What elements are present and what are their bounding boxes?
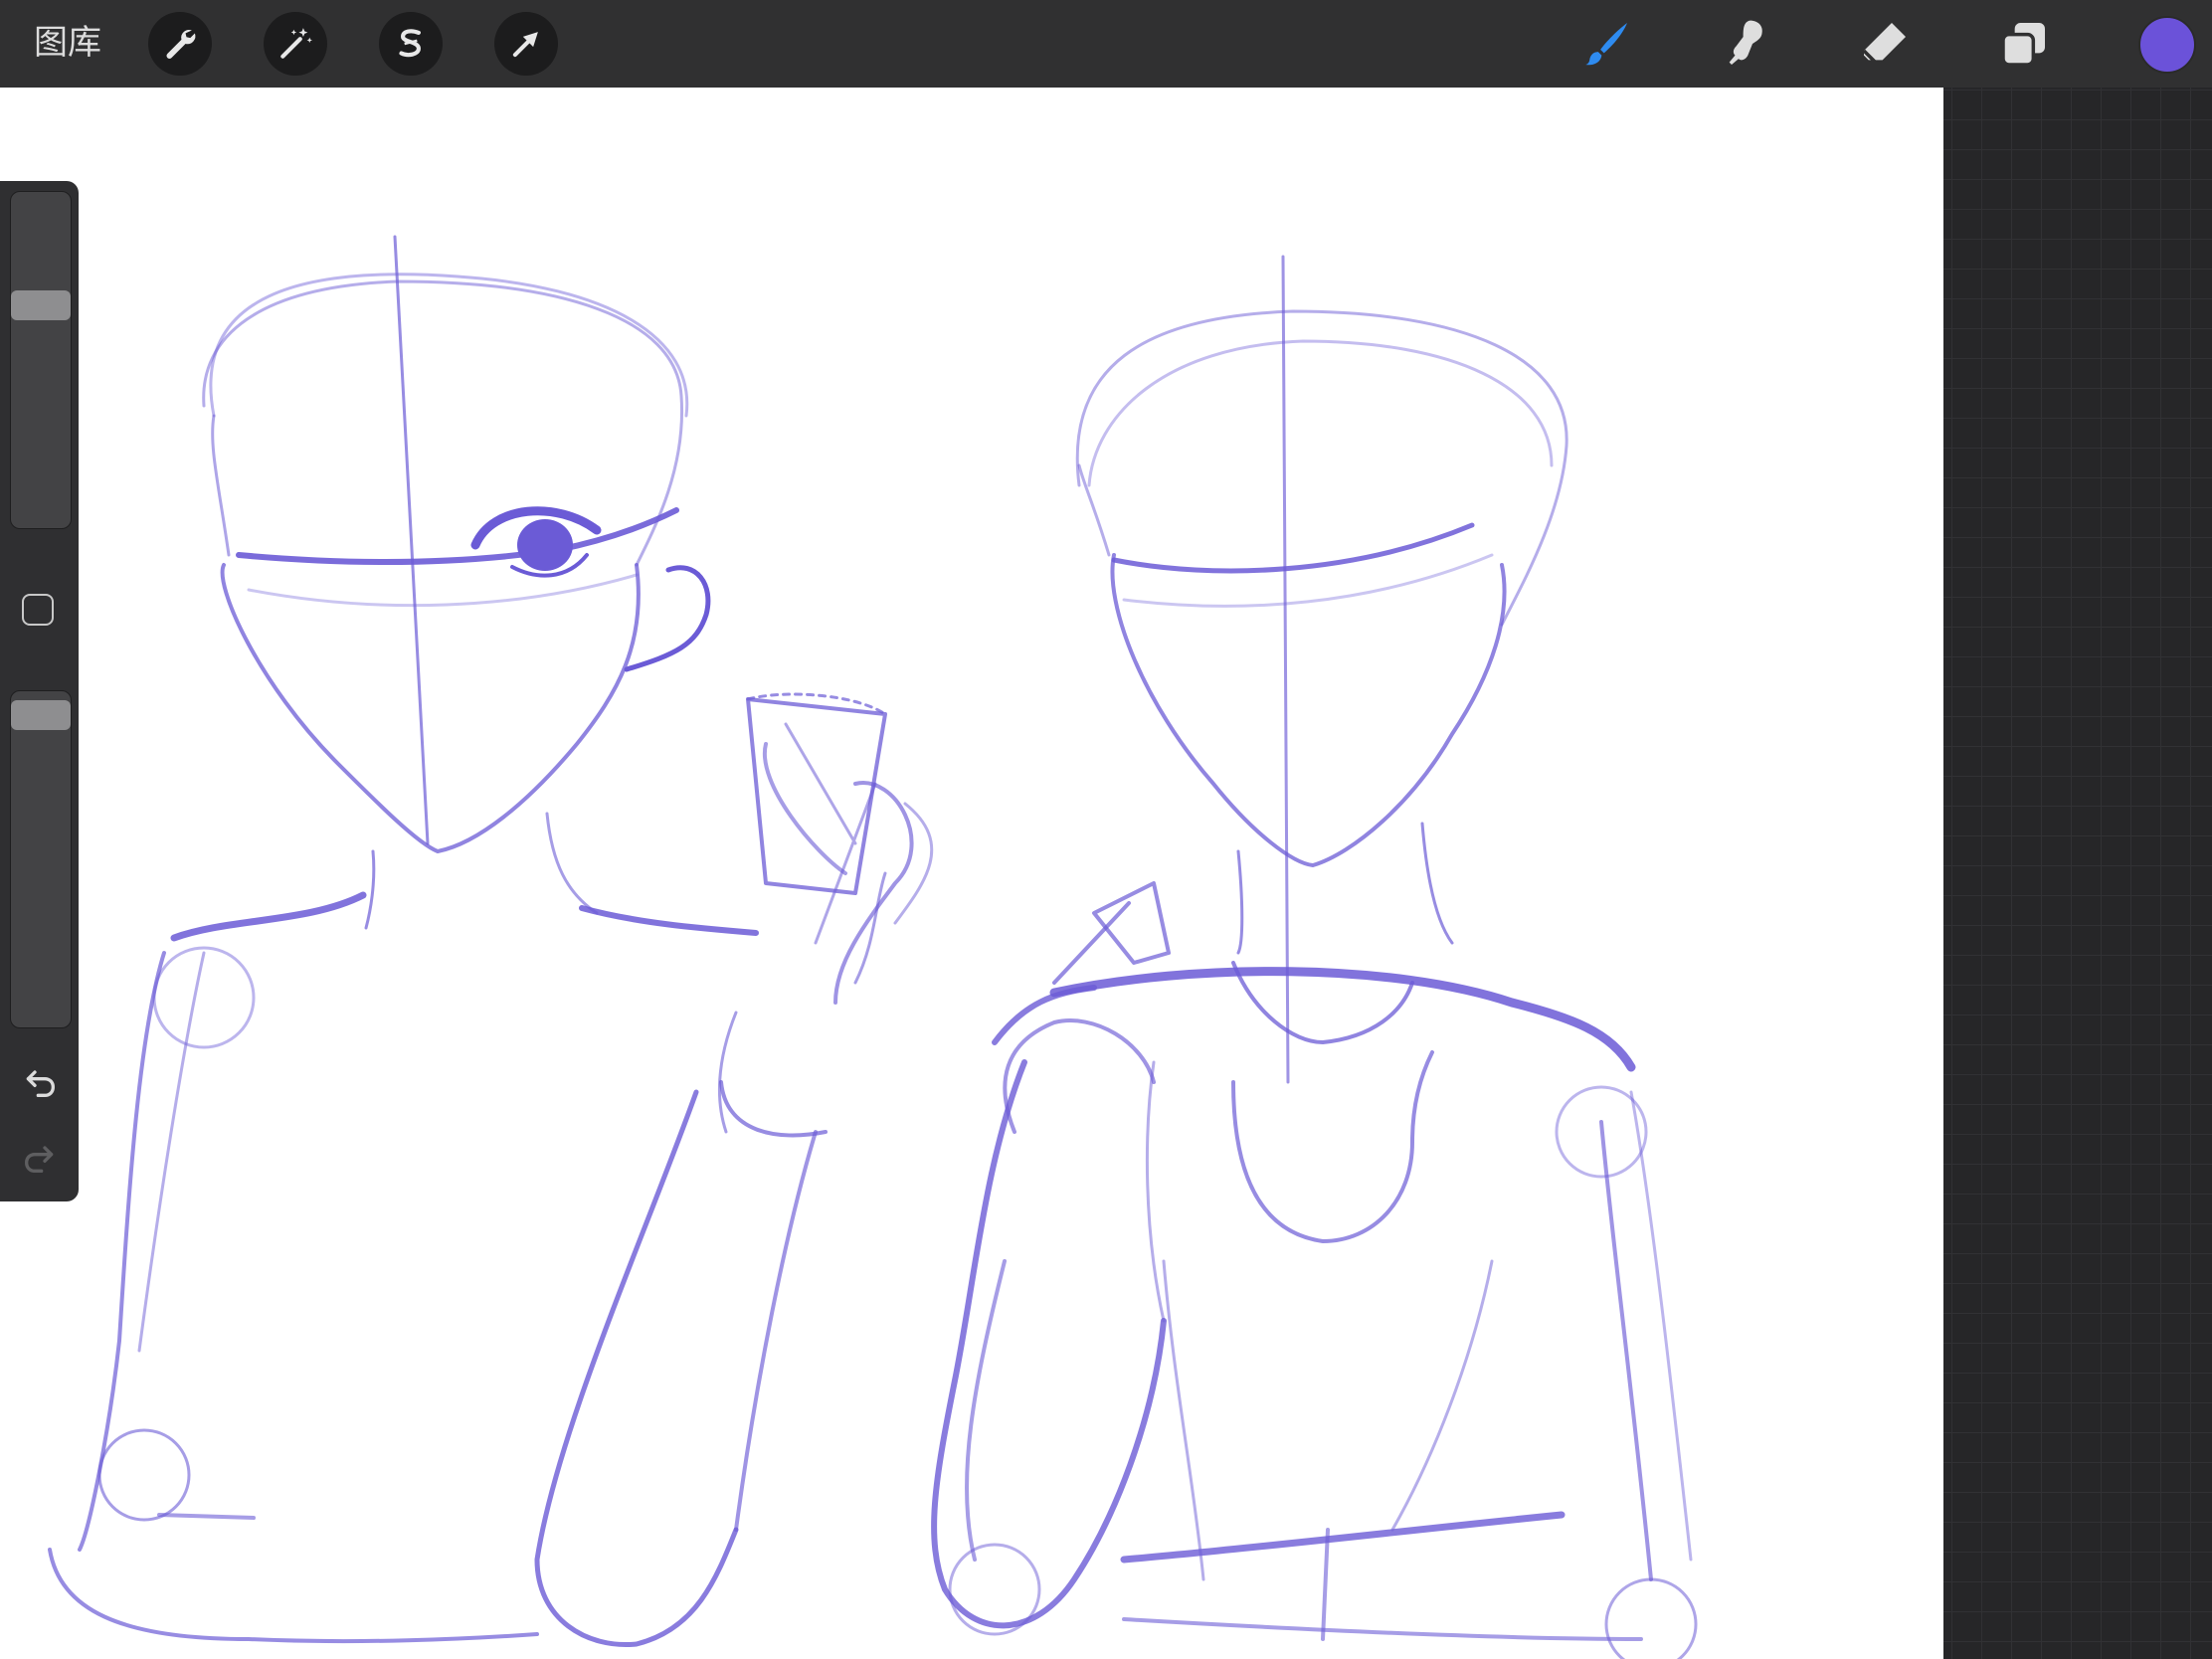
sketch-artwork <box>48 235 1698 1659</box>
adjustments-magic-wand-icon[interactable] <box>264 12 327 76</box>
brush-opacity-slider[interactable] <box>10 690 72 1028</box>
actions-wrench-icon[interactable] <box>148 12 212 76</box>
brush-icon[interactable] <box>1576 14 1636 74</box>
smudge-icon[interactable] <box>1716 14 1775 74</box>
eraser-icon[interactable] <box>1855 14 1915 74</box>
layers-icon[interactable] <box>1994 14 2054 74</box>
transform-arrow-icon[interactable] <box>494 12 558 76</box>
modify-button[interactable] <box>22 594 54 626</box>
color-picker-button[interactable] <box>2138 16 2196 74</box>
undo-icon[interactable] <box>20 1062 60 1102</box>
top-toolbar: 图库 <box>0 0 2212 88</box>
selection-s-icon[interactable] <box>379 12 443 76</box>
gallery-button[interactable]: 图库 <box>34 20 101 66</box>
canvas-background-grid <box>1943 88 2212 1659</box>
redo-icon[interactable] <box>20 1138 60 1178</box>
left-sidebar <box>0 181 79 1201</box>
brush-opacity-thumb[interactable] <box>11 700 71 730</box>
brush-size-slider[interactable] <box>10 191 72 529</box>
brush-size-thumb[interactable] <box>11 290 71 320</box>
drawing-canvas[interactable] <box>0 88 1943 1659</box>
